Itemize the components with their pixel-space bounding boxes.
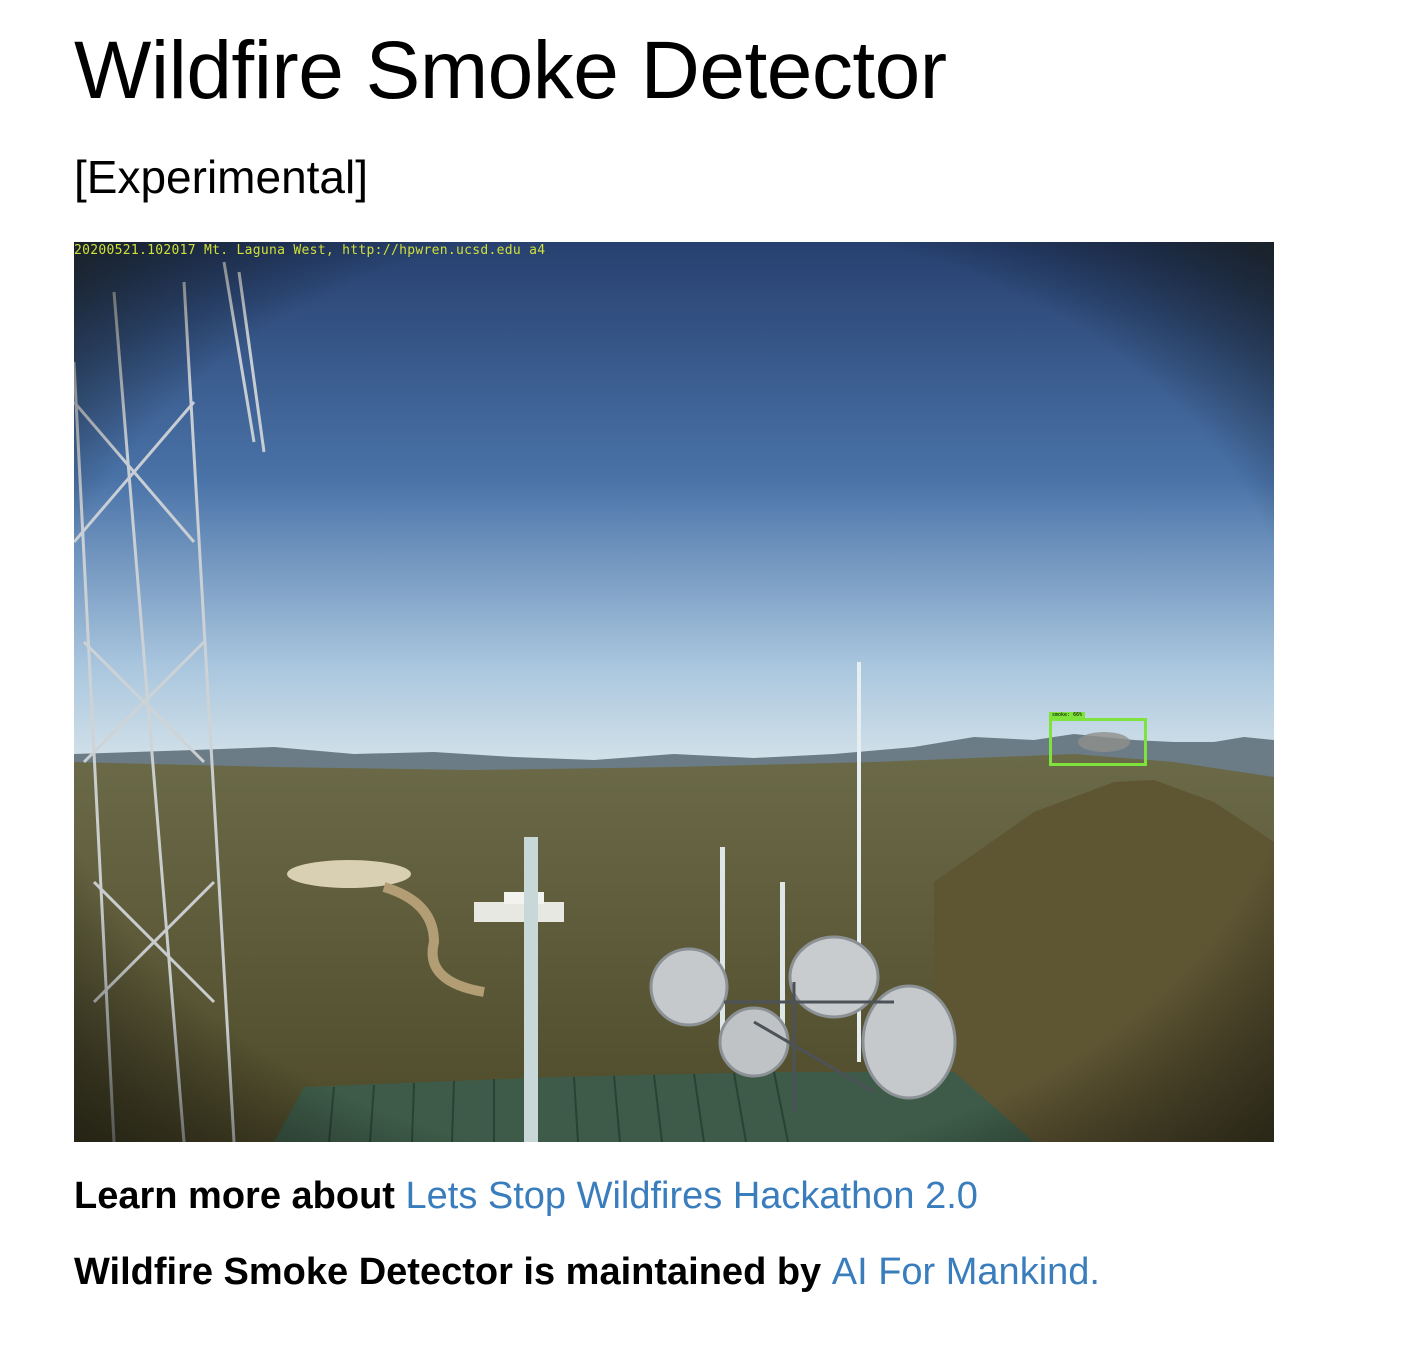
- maintained-by-prefix: Wildfire Smoke Detector is maintained by: [74, 1251, 832, 1293]
- learn-more-prefix: Learn more about: [74, 1175, 406, 1217]
- maintained-by-line: Wildfire Smoke Detector is maintained by…: [74, 1250, 1100, 1296]
- camera-image: 20200521.102017 Mt. Laguna West, http://…: [74, 242, 1274, 1142]
- camera-timestamp-overlay: 20200521.102017 Mt. Laguna West, http://…: [74, 243, 546, 258]
- ai-for-mankind-link[interactable]: AI For Mankind.: [832, 1251, 1100, 1293]
- smoke-detection-box: [1049, 718, 1147, 766]
- page-title: Wildfire Smoke Detector: [74, 25, 947, 116]
- learn-more-line: Learn more about Lets Stop Wildfires Hac…: [74, 1174, 978, 1220]
- camera-scene: [74, 242, 1274, 1142]
- hackathon-link[interactable]: Lets Stop Wildfires Hackathon 2.0: [406, 1175, 978, 1217]
- page-subtitle: [Experimental]: [74, 151, 369, 203]
- smoke-detection-label: smoke: 66%: [1049, 712, 1086, 719]
